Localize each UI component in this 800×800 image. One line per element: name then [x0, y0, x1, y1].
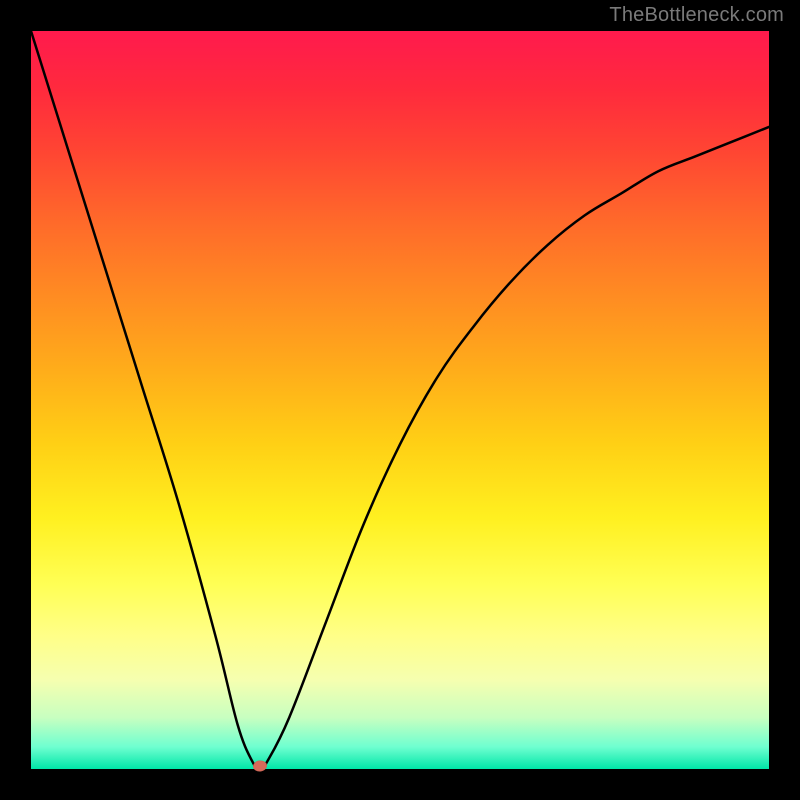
plot-area [31, 31, 769, 769]
bottleneck-curve [31, 31, 769, 769]
watermark-text: TheBottleneck.com [609, 4, 784, 27]
minimum-marker [252, 760, 267, 773]
chart-frame: TheBottleneck.com [0, 0, 800, 800]
